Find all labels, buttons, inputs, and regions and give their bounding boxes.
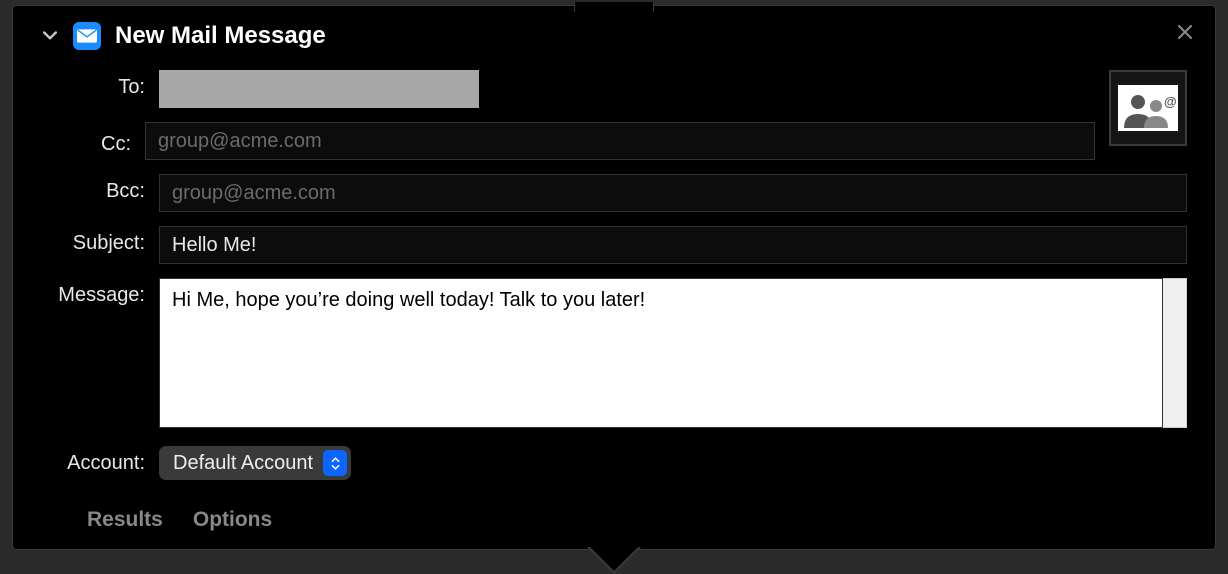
row-message: Message: (41, 278, 1187, 428)
label-bcc: Bcc: (41, 174, 159, 203)
message-textarea[interactable] (159, 278, 1163, 428)
account-select[interactable]: Default Account (159, 446, 351, 480)
label-cc: Cc: (27, 127, 145, 156)
address-book-button[interactable]: @ (1109, 70, 1187, 146)
panel-header: New Mail Message (13, 6, 1215, 60)
action-panel: New Mail Message To: Cc: (12, 5, 1216, 550)
subject-input[interactable] (159, 226, 1187, 264)
to-input[interactable] (159, 70, 450, 108)
disclose-toggle[interactable] (41, 27, 59, 45)
footer: Results Options (13, 494, 1215, 546)
close-icon (1177, 24, 1193, 40)
bcc-input[interactable] (159, 174, 1187, 212)
chevron-down-icon (43, 29, 57, 43)
label-message: Message: (41, 278, 159, 307)
connector-top (574, 2, 654, 12)
account-selected: Default Account (173, 452, 323, 475)
cc-input[interactable] (145, 122, 1095, 160)
connector-bottom (590, 547, 638, 571)
row-subject: Subject: (41, 226, 1187, 264)
select-stepper-icon (323, 450, 347, 476)
to-field-wrap (159, 70, 1095, 108)
panel-title: New Mail Message (115, 22, 326, 50)
svg-text:@: @ (1164, 94, 1176, 109)
address-book-icon: @ (1118, 85, 1178, 131)
row-bcc: Bcc: (41, 174, 1187, 212)
results-tab[interactable]: Results (87, 508, 163, 532)
label-to: To: (41, 70, 159, 99)
mail-app-icon (73, 22, 101, 50)
label-subject: Subject: (41, 226, 159, 255)
label-account: Account: (41, 446, 159, 475)
row-account: Account: Default Account (41, 446, 1187, 480)
close-button[interactable] (1177, 24, 1193, 44)
options-tab[interactable]: Options (193, 508, 272, 532)
row-to-cc: To: Cc: (41, 70, 1187, 160)
message-scrollbar[interactable] (1163, 278, 1187, 428)
form: To: Cc: (13, 60, 1215, 480)
